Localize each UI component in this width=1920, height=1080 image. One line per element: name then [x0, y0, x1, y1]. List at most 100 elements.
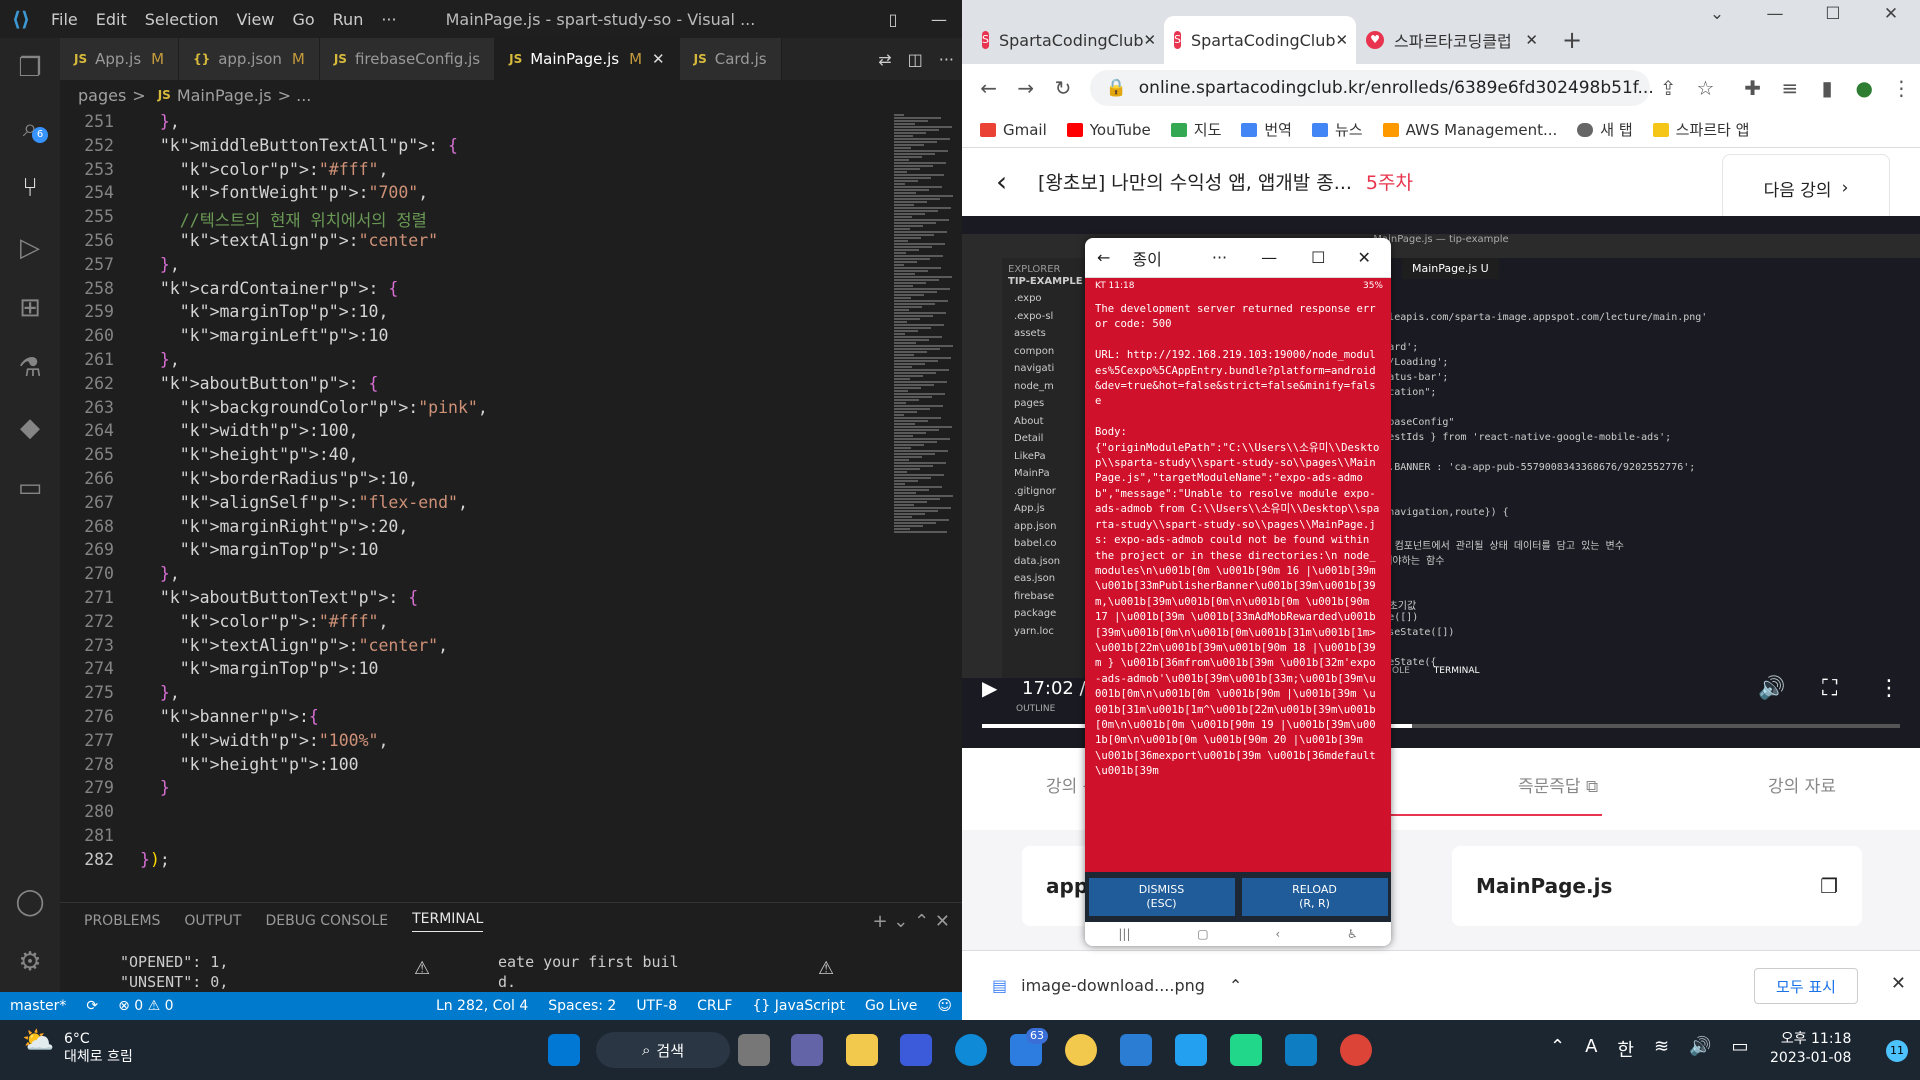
code-line[interactable]: 279 }: [60, 778, 888, 802]
bookmark-star-icon[interactable]: ☆: [1687, 76, 1724, 100]
play-icon[interactable]: ▶: [982, 676, 997, 700]
close-window-icon[interactable]: ✕: [1862, 4, 1920, 24]
taskbar-search[interactable]: ⌕ 검색: [596, 1032, 730, 1068]
line-ending[interactable]: CRLF: [687, 998, 742, 1014]
language-mode[interactable]: {} JavaScript: [742, 998, 854, 1014]
back-icon[interactable]: ‹: [1275, 927, 1280, 941]
code-line[interactable]: 271 "k">aboutButtonText"p">: {: [60, 588, 888, 612]
lock-icon[interactable]: 🔒: [1106, 78, 1127, 98]
forward-icon[interactable]: →: [1007, 76, 1044, 100]
code-line[interactable]: 259 "k">marginTop"p">:10,: [60, 302, 888, 326]
app-icon[interactable]: [900, 1034, 932, 1066]
start-windows-icon[interactable]: [548, 1034, 580, 1066]
settings-gear-icon[interactable]: ⚙: [0, 932, 60, 992]
address-bar[interactable]: 🔒 online.spartacodingclub.kr/enrolleds/6…: [1089, 70, 1654, 106]
code-line[interactable]: 256 "k">textAlign"p">:"center": [60, 231, 888, 255]
minimap[interactable]: [888, 110, 962, 880]
split-editor-icon[interactable]: ◫: [900, 50, 931, 69]
browser-tab[interactable]: S SpartaCodingClub ✕: [972, 16, 1164, 64]
file-explorer-icon[interactable]: [846, 1034, 878, 1066]
code-line[interactable]: 282});: [60, 850, 888, 874]
close-tab-icon[interactable]: ✕: [1525, 31, 1538, 49]
download-item[interactable]: ▤ image-download....png ⌃: [992, 976, 1242, 995]
edge-icon[interactable]: [955, 1034, 987, 1066]
tab-mainpage-js[interactable]: JS MainPage.js M ✕: [495, 38, 680, 80]
tray-overflow-icon[interactable]: ⌃: [1550, 1036, 1565, 1062]
tab-search-icon[interactable]: ⌄: [1688, 4, 1746, 24]
bookmark-maps[interactable]: 지도: [1170, 119, 1221, 140]
code-line[interactable]: 273 "k">textAlign"p">:"center",: [60, 636, 888, 660]
task-view-icon[interactable]: [738, 1034, 770, 1066]
new-terminal-icon[interactable]: + ⌄ ⌃ ✕: [873, 911, 951, 932]
code-line[interactable]: 277 "k">width"p">:"100%",: [60, 731, 888, 755]
new-tab-icon[interactable]: +: [1562, 26, 1582, 54]
close-download-bar-icon[interactable]: ✕: [1891, 973, 1906, 994]
tab-lecture-materials[interactable]: 강의 자료: [1768, 772, 1836, 797]
panel-tab-output[interactable]: OUTPUT: [184, 913, 241, 929]
problems-count[interactable]: ⊗ 0 ⚠ 0: [108, 998, 183, 1014]
breadcrumb-file[interactable]: MainPage.js: [177, 86, 272, 105]
clock[interactable]: 오후 11:18 2023-01-08: [1770, 1030, 1851, 1068]
profile-avatar-icon[interactable]: ●: [1846, 76, 1883, 100]
code-line[interactable]: 253 "k">color"p">:"#fff",: [60, 160, 888, 184]
bookmark-new-tab[interactable]: 새 탭: [1577, 119, 1633, 140]
git-branch[interactable]: master*: [0, 998, 76, 1014]
browser-tab[interactable]: ♥ 스파르타코딩클럽 ✕: [1356, 16, 1548, 64]
reload-button[interactable]: RELOAD (R, R): [1241, 878, 1388, 916]
maximize-icon[interactable]: ☐: [1311, 248, 1325, 267]
code-line[interactable]: 257 },: [60, 255, 888, 279]
code-line[interactable]: 281: [60, 826, 888, 850]
extensions-icon[interactable]: ✚: [1734, 76, 1771, 100]
notification-badge[interactable]: 11: [1886, 1040, 1908, 1062]
indentation[interactable]: Spaces: 2: [538, 998, 626, 1014]
battery-icon[interactable]: ▭: [1732, 1036, 1749, 1062]
media-icon[interactable]: ≡: [1771, 76, 1808, 100]
share-icon[interactable]: ⇪: [1650, 76, 1687, 100]
close-tab-icon[interactable]: ✕: [1144, 31, 1157, 49]
tab-card-js[interactable]: JS Card.js: [679, 38, 782, 80]
explorer-icon[interactable]: ❐: [0, 38, 60, 98]
todo-icon[interactable]: [1120, 1034, 1152, 1066]
menu-run[interactable]: Run: [324, 10, 373, 29]
menu-selection[interactable]: Selection: [136, 10, 228, 29]
chrome-menu-icon[interactable]: ⋮: [1883, 76, 1920, 100]
breadcrumb-more[interactable]: > ...: [278, 86, 312, 105]
code-line[interactable]: 268 "k">marginRight"p">:20,: [60, 517, 888, 541]
maximize-icon[interactable]: ☐: [1804, 4, 1862, 24]
encoding[interactable]: UTF-8: [626, 998, 687, 1014]
cursor-position[interactable]: Ln 282, Col 4: [426, 998, 538, 1014]
compare-changes-icon[interactable]: ⇄: [870, 50, 899, 69]
code-line[interactable]: 264 "k">width"p">:100,: [60, 421, 888, 445]
menu-go[interactable]: Go: [283, 10, 323, 29]
code-line[interactable]: 275 },: [60, 683, 888, 707]
code-line[interactable]: 272 "k">color"p">:"#fff",: [60, 612, 888, 636]
chrome-icon[interactable]: [1340, 1034, 1372, 1066]
bookmark-youtube[interactable]: YouTube: [1066, 121, 1151, 139]
sync-icon[interactable]: ⟳: [76, 998, 108, 1014]
bookmark-sparta-app[interactable]: 스파르타 앱: [1652, 119, 1749, 140]
code-line[interactable]: 252 "k">middleButtonTextAll"p">: {: [60, 136, 888, 160]
code-line[interactable]: 263 "k">backgroundColor"p">:"pink",: [60, 398, 888, 422]
volume-icon[interactable]: 🔊: [1758, 676, 1785, 701]
breadcrumb-folder[interactable]: pages: [78, 86, 126, 105]
code-line[interactable]: 251 },: [60, 112, 888, 136]
copy-icon[interactable]: ❐: [1820, 874, 1838, 898]
accessibility-icon[interactable]: ♿: [1347, 927, 1358, 941]
pycharm-icon[interactable]: [1230, 1034, 1262, 1066]
code-line[interactable]: 265 "k">height"p">:40,: [60, 445, 888, 469]
code-line[interactable]: 267 "k">alignSelf"p">:"flex-end",: [60, 493, 888, 517]
feedback-icon[interactable]: ☺: [927, 998, 962, 1014]
bookmark-translate[interactable]: 번역: [1241, 119, 1292, 140]
show-all-button[interactable]: 모두 표시: [1754, 968, 1858, 1004]
back-arrow-icon[interactable]: ←: [1097, 248, 1110, 267]
ime-mode[interactable]: A: [1585, 1036, 1597, 1062]
code-line[interactable]: 266 "k">borderRadius"p">:10,: [60, 469, 888, 493]
volume-icon[interactable]: 🔊: [1689, 1036, 1711, 1062]
file-card[interactable]: MainPage.js ❐: [1452, 846, 1862, 926]
code-line[interactable]: 258 "k">cardContainer"p">: {: [60, 279, 888, 303]
menu-view[interactable]: View: [228, 10, 284, 29]
testing-icon[interactable]: ⚗: [0, 338, 60, 398]
teams-icon[interactable]: [791, 1034, 823, 1066]
tab-app-js[interactable]: JS App.js M: [60, 38, 180, 80]
tab-firebaseconfig-js[interactable]: JS firebaseConfig.js: [319, 38, 496, 80]
